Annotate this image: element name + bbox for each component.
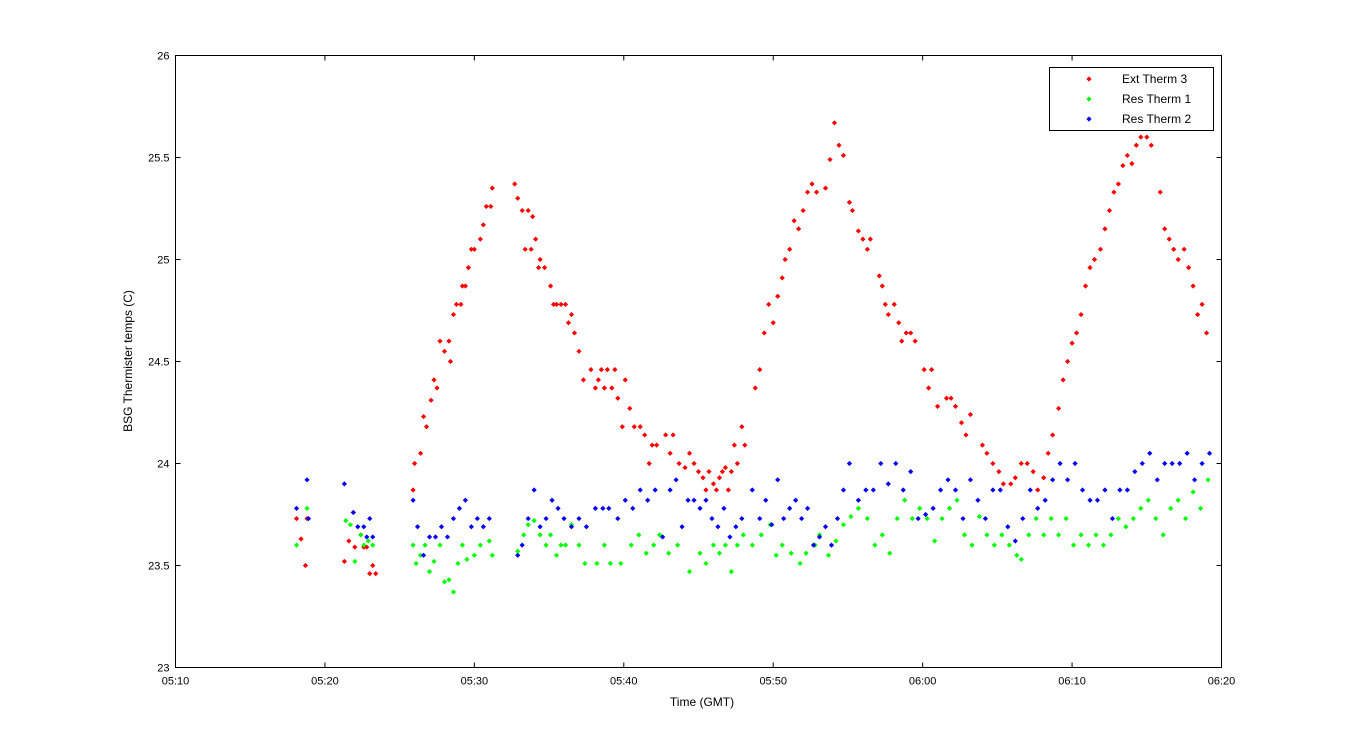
x-tick-label: 05:50 <box>759 676 787 688</box>
plot-area <box>175 55 1222 668</box>
y-axis-label: BSG Thermister temps (C) <box>121 290 135 432</box>
x-tick-label: 05:30 <box>461 676 489 688</box>
y-tick-label: 23 <box>157 663 169 675</box>
thermistor-chart: 05:10 05:20 05:30 05:40 05:50 06:00 06:10 06:20… <box>0 0 1350 750</box>
x-axis-label: Time (GMT) <box>670 695 734 709</box>
x-tick-label: 06:00 <box>909 676 937 688</box>
y-tick-label: 23.5 <box>148 561 169 573</box>
x-tick-label: 06:10 <box>1058 676 1086 688</box>
legend-label: Res Therm 2 <box>1122 112 1191 126</box>
y-tick-label: 25 <box>157 255 169 267</box>
y-tick-label: 24.5 <box>148 357 169 369</box>
x-tick-label: 05:20 <box>311 676 339 688</box>
legend: Ext Therm 3 Res Therm 1 Res Therm 2 <box>1049 67 1214 131</box>
x-tick-label: 06:20 <box>1208 676 1236 688</box>
y-tick-label: 24 <box>157 459 169 471</box>
legend-label: Res Therm 1 <box>1122 92 1191 106</box>
legend-label: Ext Therm 3 <box>1122 72 1187 86</box>
x-tick-label: 05:10 <box>162 676 190 688</box>
x-tick-label: 05:40 <box>610 676 638 688</box>
y-tick-label: 25.5 <box>148 153 169 165</box>
y-tick-label: 26 <box>157 51 169 63</box>
